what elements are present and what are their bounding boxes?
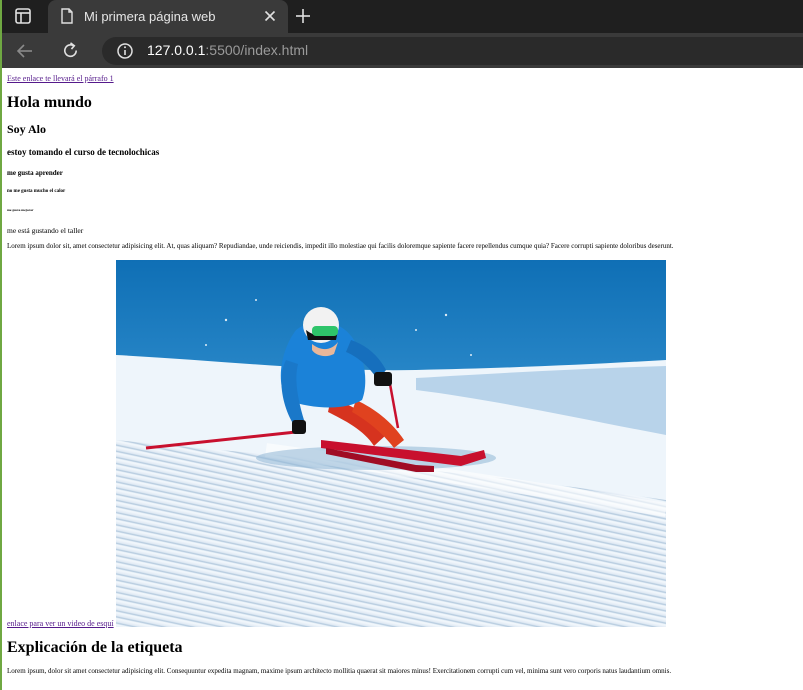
url-field[interactable]: 127.0.0.1:5500/index.html — [102, 37, 803, 65]
paragraph-link[interactable]: Este enlace te llevará el párrafo 1 — [7, 74, 114, 83]
close-icon[interactable] — [262, 8, 278, 24]
info-icon[interactable] — [116, 42, 134, 60]
tab-active[interactable]: Mi primera página web — [48, 0, 288, 33]
paragraph-lorem: Lorem ipsum dolor sit, amet consectetur … — [7, 242, 674, 250]
heading-h2: Soy Alo — [7, 122, 47, 136]
document-icon — [61, 8, 73, 24]
heading-h5: no me gusta mucho el calor — [7, 189, 66, 194]
url-path: :5500/index.html — [205, 42, 309, 58]
tab-title: Mi primera página web — [84, 9, 216, 24]
plus-icon[interactable] — [294, 7, 312, 25]
heading-h1: Hola mundo — [7, 94, 92, 111]
section-heading: Explicación de la etiqueta — [7, 639, 183, 656]
reload-icon[interactable] — [61, 41, 80, 60]
tab-bar: Mi primera página web — [2, 0, 803, 33]
sidebar-icon[interactable] — [14, 7, 32, 25]
browser-window: Mi primera página web 127.0.0.1:5500/ind… — [2, 0, 803, 690]
heading-h4: me gusta aprender — [7, 169, 63, 177]
skier-photo — [116, 260, 666, 627]
paragraph-short: me está gustando el taller — [7, 226, 84, 235]
page-content: Este enlace te llevará el párrafo 1 Hola… — [2, 68, 803, 690]
video-link[interactable]: enlace para ver un video de esquí — [7, 619, 114, 628]
url-text: 127.0.0.1:5500/index.html — [147, 42, 308, 58]
back-arrow-icon[interactable] — [16, 42, 34, 60]
address-bar: 127.0.0.1:5500/index.html — [2, 33, 803, 68]
url-host: 127.0.0.1 — [147, 42, 206, 58]
heading-h3: estoy tomando el curso de tecnolochicas — [7, 147, 160, 157]
paragraph-lorem-2: Lorem ipsum, dolor sit amet consectetur … — [7, 667, 672, 675]
heading-h6: me gusta mejorar — [7, 208, 34, 212]
